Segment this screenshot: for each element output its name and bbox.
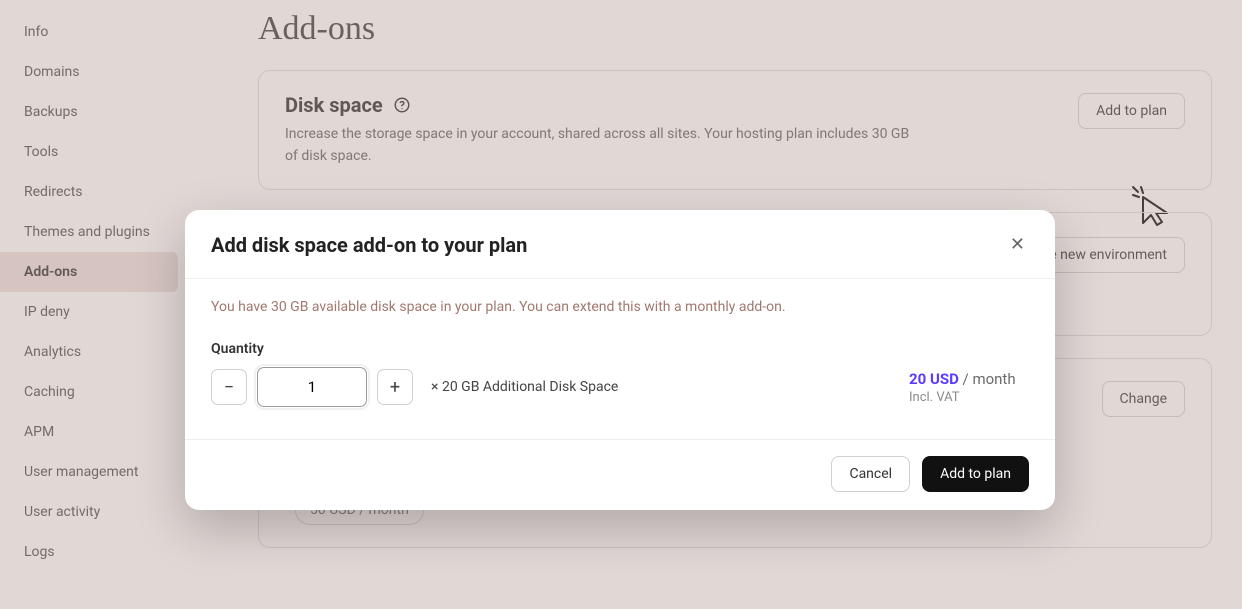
- minus-icon: −: [224, 377, 234, 398]
- confirm-add-to-plan-button[interactable]: Add to plan: [922, 456, 1029, 492]
- quantity-unit-label: × 20 GB Additional Disk Space: [431, 379, 618, 395]
- cancel-button[interactable]: Cancel: [831, 456, 910, 492]
- quantity-decrement-button[interactable]: −: [211, 369, 247, 405]
- price-amount: 20 USD: [909, 370, 959, 388]
- add-disk-space-modal: Add disk space add-on to your plan ✕ You…: [185, 210, 1055, 510]
- plus-icon: +: [390, 377, 400, 398]
- price-period: / month: [959, 370, 1016, 388]
- close-icon[interactable]: ✕: [1006, 232, 1029, 258]
- modal-help-text: You have 30 GB available disk space in y…: [211, 299, 1029, 315]
- price-sub: Incl. VAT: [909, 390, 1029, 405]
- quantity-label: Quantity: [211, 341, 1029, 357]
- modal-title: Add disk space add-on to your plan: [211, 233, 527, 257]
- quantity-input[interactable]: [257, 367, 367, 407]
- quantity-increment-button[interactable]: +: [377, 369, 413, 405]
